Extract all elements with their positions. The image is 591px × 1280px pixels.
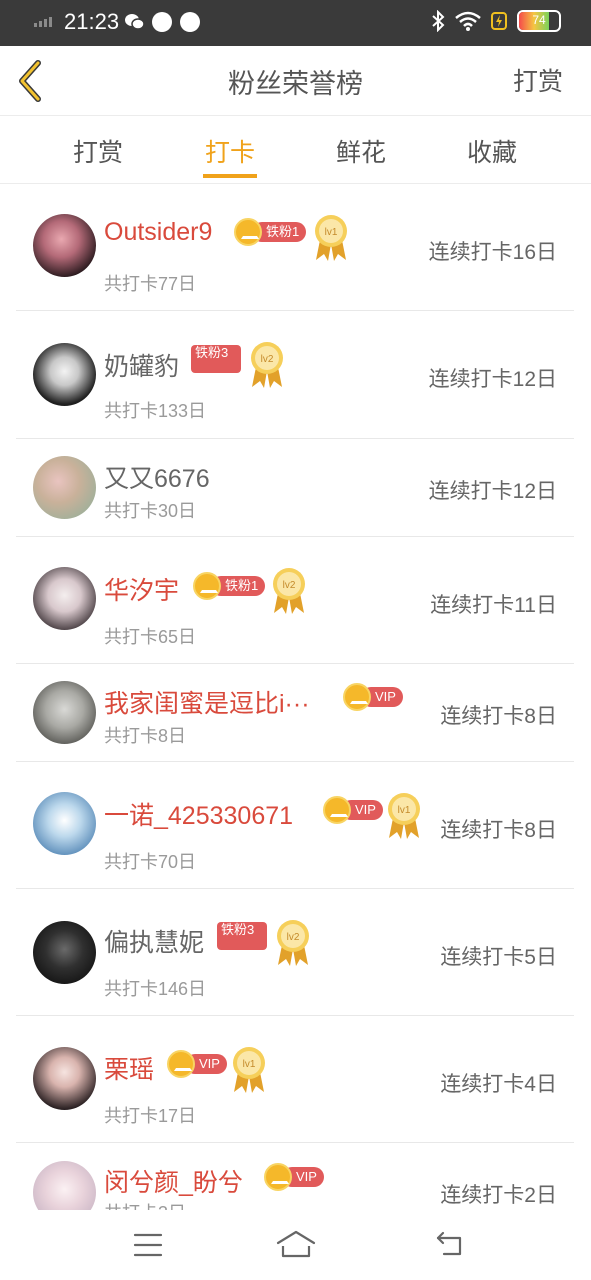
system-nav-bar: [0, 1210, 591, 1280]
streak-days: 连续打卡5日: [440, 946, 557, 969]
level-label: lv2: [261, 354, 274, 365]
total-checkin: 共打卡77日: [104, 274, 197, 294]
level-medal-icon: lv1: [315, 215, 347, 261]
avatar[interactable]: [33, 567, 96, 630]
battery-percent: 74: [532, 13, 546, 27]
avatar[interactable]: [33, 343, 96, 406]
list-item[interactable]: 偏执慧妮 铁粉3 lv2 共打卡146日 连续打卡5日: [16, 889, 574, 1016]
nav-bar: 粉丝荣誉榜 打赏: [0, 46, 591, 116]
signal-icon: [34, 17, 52, 27]
list-item[interactable]: 又又6676 共打卡30日 连续打卡12日: [16, 439, 574, 537]
list-item[interactable]: 奶罐豹 铁粉3 lv2 共打卡133日 连续打卡12日: [16, 311, 574, 439]
crown-icon: [323, 796, 351, 824]
bluetooth-icon: [432, 10, 445, 32]
level-medal-icon: lv1: [388, 793, 420, 839]
vip-badge: VIP: [323, 796, 383, 824]
tab-reward[interactable]: 打赏: [53, 133, 143, 169]
avatar[interactable]: [33, 1047, 96, 1110]
crown-icon: [167, 1050, 195, 1078]
user-name[interactable]: 华汐宇: [104, 571, 179, 607]
avatar[interactable]: [33, 921, 96, 984]
menu-icon[interactable]: [133, 1232, 163, 1258]
status-bar: 21:23 74: [0, 0, 591, 46]
list-item[interactable]: 华汐宇 铁粉1 lv2 共打卡65日 连续打卡11日: [16, 537, 574, 664]
wechat-icon: [124, 12, 145, 32]
streak-days: 连续打卡16日: [428, 241, 557, 264]
streak-days: 连续打卡4日: [440, 1073, 557, 1096]
avatar[interactable]: [33, 214, 96, 277]
vip-badge: VIP: [167, 1050, 227, 1078]
page-title: 粉丝荣誉榜: [228, 69, 363, 100]
level-label: lv1: [325, 227, 338, 238]
total-checkin: 共打卡8日: [104, 726, 187, 746]
user-name[interactable]: 栗瑶: [104, 1050, 154, 1086]
list-item[interactable]: 栗瑶 VIP lv1 共打卡17日 连续打卡4日: [16, 1016, 574, 1143]
fan-tag: 铁粉3: [217, 922, 267, 950]
fan-tag: 铁粉3: [191, 345, 241, 373]
user-name[interactable]: 又又6676: [104, 459, 210, 495]
streak-days: 连续打卡8日: [440, 705, 557, 728]
tab-flowers[interactable]: 鲜花: [316, 133, 406, 169]
level-label: lv2: [287, 932, 300, 943]
streak-days: 连续打卡12日: [428, 368, 557, 391]
crown-icon: [234, 218, 262, 246]
list-item[interactable]: 闵兮颜_盼兮 VIP 共打卡3日 连续打卡2日: [16, 1143, 574, 1210]
user-name[interactable]: 一诺_425330671: [104, 796, 293, 832]
streak-days: 连续打卡12日: [428, 480, 557, 503]
back-icon[interactable]: [434, 1230, 466, 1258]
fan-badge: 铁粉1: [234, 218, 307, 246]
tab-bar: 打赏 打卡 鲜花 收藏: [0, 117, 591, 184]
streak-days: 连续打卡8日: [440, 819, 557, 842]
level-medal-icon: lv2: [273, 568, 305, 614]
crown-icon: [343, 683, 371, 711]
level-label: lv1: [243, 1059, 256, 1070]
vip-badge: VIP: [343, 683, 403, 711]
avatar[interactable]: [33, 456, 96, 519]
level-medal-icon: lv1: [233, 1047, 265, 1093]
total-checkin: 共打卡30日: [104, 501, 197, 521]
user-name[interactable]: 偏执慧妮: [104, 923, 204, 959]
list-item[interactable]: 一诺_425330671 VIP lv1 共打卡70日 连续打卡8日: [16, 762, 574, 889]
total-checkin: 共打卡70日: [104, 852, 197, 872]
home-icon[interactable]: [275, 1228, 317, 1260]
active-tab-indicator: [203, 174, 257, 178]
reward-button[interactable]: 打赏: [513, 62, 563, 98]
tab-checkin[interactable]: 打卡: [185, 133, 275, 169]
navigation-icon: [152, 12, 172, 32]
fan-badge: 铁粉1: [193, 572, 266, 600]
level-medal-icon: lv2: [251, 342, 283, 388]
streak-days: 连续打卡2日: [440, 1184, 557, 1207]
list-item[interactable]: Outsider9 铁粉1 lv1 共打卡77日 连续打卡16日: [16, 184, 574, 311]
wifi-icon: [455, 11, 481, 31]
user-name[interactable]: 闵兮颜_盼兮: [104, 1163, 243, 1199]
avatar[interactable]: [33, 1161, 96, 1210]
ranking-list: Outsider9 铁粉1 lv1 共打卡77日 连续打卡16日 奶罐豹 铁粉3…: [0, 184, 591, 1210]
avatar[interactable]: [33, 792, 96, 855]
user-name[interactable]: 我家闺蜜是逗比i···: [104, 684, 310, 720]
charging-icon: [491, 12, 507, 30]
avatar[interactable]: [33, 681, 96, 744]
user-name[interactable]: 奶罐豹: [104, 347, 179, 383]
total-checkin: 共打卡146日: [104, 979, 207, 999]
alarm-icon: [180, 12, 200, 32]
total-checkin: 共打卡3日: [104, 1199, 186, 1210]
total-checkin: 共打卡133日: [104, 401, 207, 421]
vip-badge: VIP: [264, 1163, 324, 1191]
user-name[interactable]: Outsider9: [104, 218, 212, 247]
list-item[interactable]: 我家闺蜜是逗比i··· VIP 共打卡8日 连续打卡8日: [16, 664, 574, 762]
tab-favorites[interactable]: 收藏: [447, 133, 537, 169]
total-checkin: 共打卡17日: [104, 1106, 197, 1126]
total-checkin: 共打卡65日: [104, 627, 197, 647]
crown-icon: [193, 572, 221, 600]
battery-icon: 74: [517, 10, 561, 32]
status-time: 21:23: [64, 9, 120, 34]
streak-days: 连续打卡11日: [430, 594, 557, 617]
crown-icon: [264, 1163, 292, 1191]
level-label: lv2: [283, 580, 296, 591]
level-medal-icon: lv2: [277, 920, 309, 966]
level-label: lv1: [398, 805, 411, 816]
